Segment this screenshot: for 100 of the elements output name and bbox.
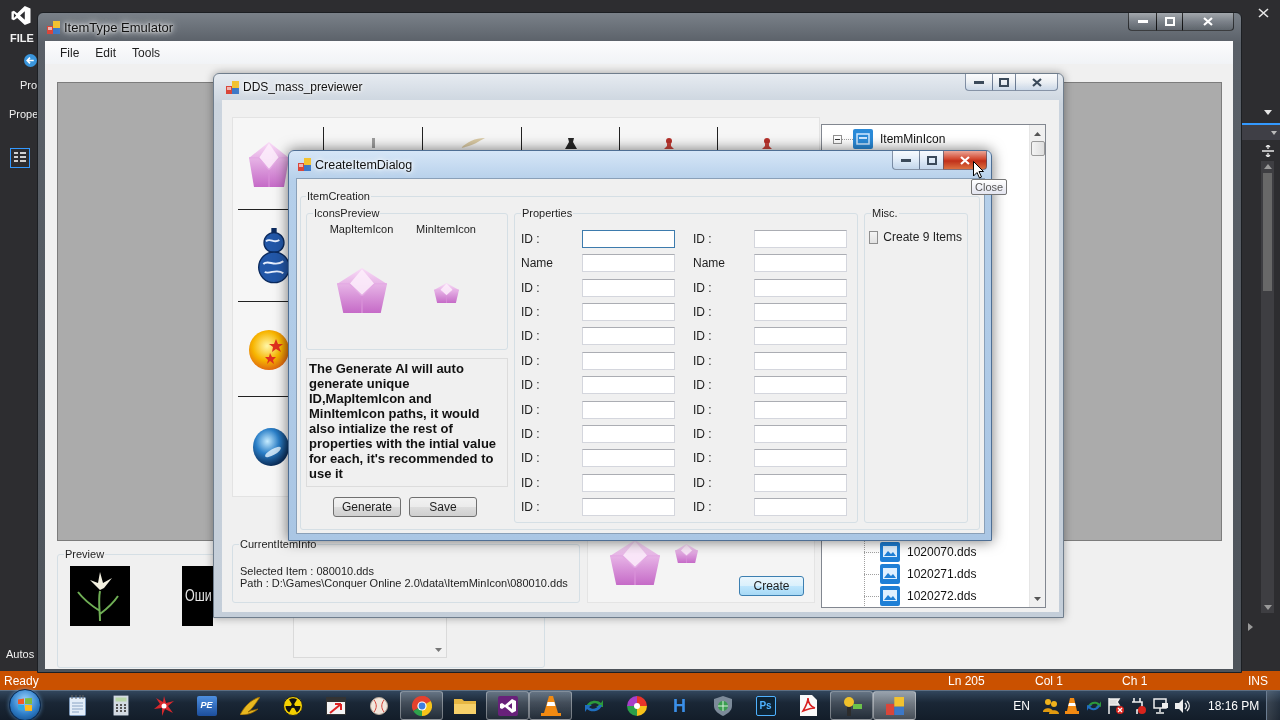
scroll-thumb[interactable] xyxy=(1263,173,1272,291)
text-field[interactable] xyxy=(754,303,847,322)
close-icon xyxy=(1203,17,1213,26)
text-field[interactable] xyxy=(754,497,847,516)
text-field[interactable] xyxy=(754,254,847,273)
taskbar-button[interactable]: H xyxy=(658,691,701,720)
text-field[interactable] xyxy=(582,473,675,492)
language-indicator[interactable]: EN xyxy=(1013,698,1030,713)
text-field[interactable] xyxy=(582,424,675,443)
close-button[interactable] xyxy=(1015,74,1058,91)
minimize-button[interactable] xyxy=(1128,13,1157,31)
window-title: ItemType Emulator xyxy=(64,19,174,35)
taskbar-button[interactable] xyxy=(529,691,572,720)
text-field[interactable] xyxy=(582,376,675,395)
group-title: ItemCreation xyxy=(306,190,371,203)
scrollbar[interactable] xyxy=(1261,161,1274,613)
info-text: Selected Item : 080010.dds xyxy=(240,565,375,577)
menu-item[interactable]: Edit xyxy=(87,43,125,62)
scroll-down-icon[interactable] xyxy=(1034,597,1041,601)
text-field[interactable] xyxy=(754,400,847,419)
scroll-up-icon[interactable] xyxy=(1034,132,1041,136)
create-button[interactable]: Create xyxy=(739,576,804,596)
maximize-button[interactable] xyxy=(919,151,944,170)
text-field[interactable] xyxy=(754,278,847,297)
pin-icon xyxy=(841,695,862,716)
plug-icon[interactable] xyxy=(1130,697,1147,714)
text-field[interactable] xyxy=(582,449,675,468)
tree-item[interactable]: 1020272.dds xyxy=(907,589,977,603)
text-field[interactable] xyxy=(582,327,675,346)
text-field[interactable] xyxy=(582,278,675,297)
checkbox[interactable] xyxy=(869,230,879,244)
tree-item[interactable]: 1020271.dds xyxy=(907,567,977,581)
menu-item[interactable]: FILE xyxy=(10,32,34,45)
field-label: ID : xyxy=(521,402,540,417)
start-button[interactable] xyxy=(9,688,41,720)
tree-item[interactable]: ItemMinIcon xyxy=(880,132,946,146)
field-label: Name xyxy=(521,256,553,271)
text-field[interactable] xyxy=(754,351,847,370)
taskbar-button[interactable] xyxy=(830,691,873,720)
app-icon xyxy=(885,696,904,715)
flag-icon[interactable] xyxy=(1108,697,1124,714)
caret-icon[interactable] xyxy=(1264,110,1272,115)
shield-icon xyxy=(713,695,732,716)
calculator-icon xyxy=(112,695,129,716)
text-field[interactable] xyxy=(754,327,847,346)
properties-icon[interactable] xyxy=(10,148,30,168)
close-button[interactable] xyxy=(1182,13,1234,31)
minimize-button[interactable] xyxy=(892,151,920,170)
text-field[interactable] xyxy=(582,497,675,516)
clock[interactable]: 18:16 PM xyxy=(1208,698,1258,713)
field-label: ID : xyxy=(693,499,712,514)
scroll-down-icon[interactable] xyxy=(1263,605,1272,610)
status-field: Col 1 xyxy=(1035,673,1063,688)
app-icon xyxy=(226,80,239,94)
text-field[interactable] xyxy=(582,254,675,273)
text-field[interactable] xyxy=(582,400,675,419)
maximize-icon xyxy=(999,77,1009,87)
menu-item[interactable]: Tools xyxy=(124,43,169,62)
text-field[interactable] xyxy=(582,230,675,248)
field-label: ID : xyxy=(693,329,712,344)
app-logo: H xyxy=(672,695,687,716)
taskbar-button[interactable]: Ps xyxy=(744,691,787,720)
scrollbar[interactable] xyxy=(1029,125,1045,607)
star-ball-icon xyxy=(249,329,289,370)
minus-box-icon[interactable] xyxy=(833,134,842,144)
scroll-up-icon[interactable] xyxy=(1263,164,1272,169)
scroll-thumb[interactable] xyxy=(1030,141,1045,156)
maximize-button[interactable] xyxy=(992,74,1016,91)
field-label: Name xyxy=(693,256,725,271)
taskbar-button[interactable] xyxy=(486,691,529,720)
close-icon[interactable] xyxy=(1258,8,1269,18)
text-field[interactable] xyxy=(582,303,675,322)
show-desktop-button[interactable] xyxy=(1266,691,1280,720)
close-button[interactable] xyxy=(943,151,987,170)
text-field[interactable] xyxy=(754,230,847,248)
text-field[interactable] xyxy=(582,351,675,370)
text-field[interactable] xyxy=(754,376,847,395)
text-field[interactable] xyxy=(754,424,847,443)
checkbox-label[interactable]: Create 9 Items xyxy=(883,230,962,244)
taskbar-button[interactable]: PE xyxy=(185,691,228,720)
text-field[interactable] xyxy=(754,473,847,492)
tree-item[interactable]: 1020070.dds xyxy=(907,545,977,559)
tooltip: Close xyxy=(971,179,1008,195)
expand-arrow-icon[interactable] xyxy=(1248,623,1253,631)
maximize-button[interactable] xyxy=(1156,13,1183,31)
save-button[interactable]: Save xyxy=(409,497,477,517)
minimize-button[interactable] xyxy=(965,74,993,91)
menu-item[interactable]: File xyxy=(52,43,88,62)
minimize-icon xyxy=(901,158,911,162)
generate-button[interactable]: Generate xyxy=(333,497,401,517)
gem-icon xyxy=(433,283,459,303)
column-label: MinItemIcon xyxy=(416,223,476,236)
network-icon[interactable] xyxy=(1152,697,1169,714)
users-icon[interactable] xyxy=(1043,697,1060,714)
dropdown-field[interactable] xyxy=(1242,123,1280,140)
traffic-cone-icon[interactable] xyxy=(1065,697,1080,714)
volume-icon[interactable] xyxy=(1174,698,1191,713)
text-field[interactable] xyxy=(754,449,847,468)
split-icon[interactable] xyxy=(1262,145,1274,157)
taskbar-button[interactable] xyxy=(400,691,443,720)
